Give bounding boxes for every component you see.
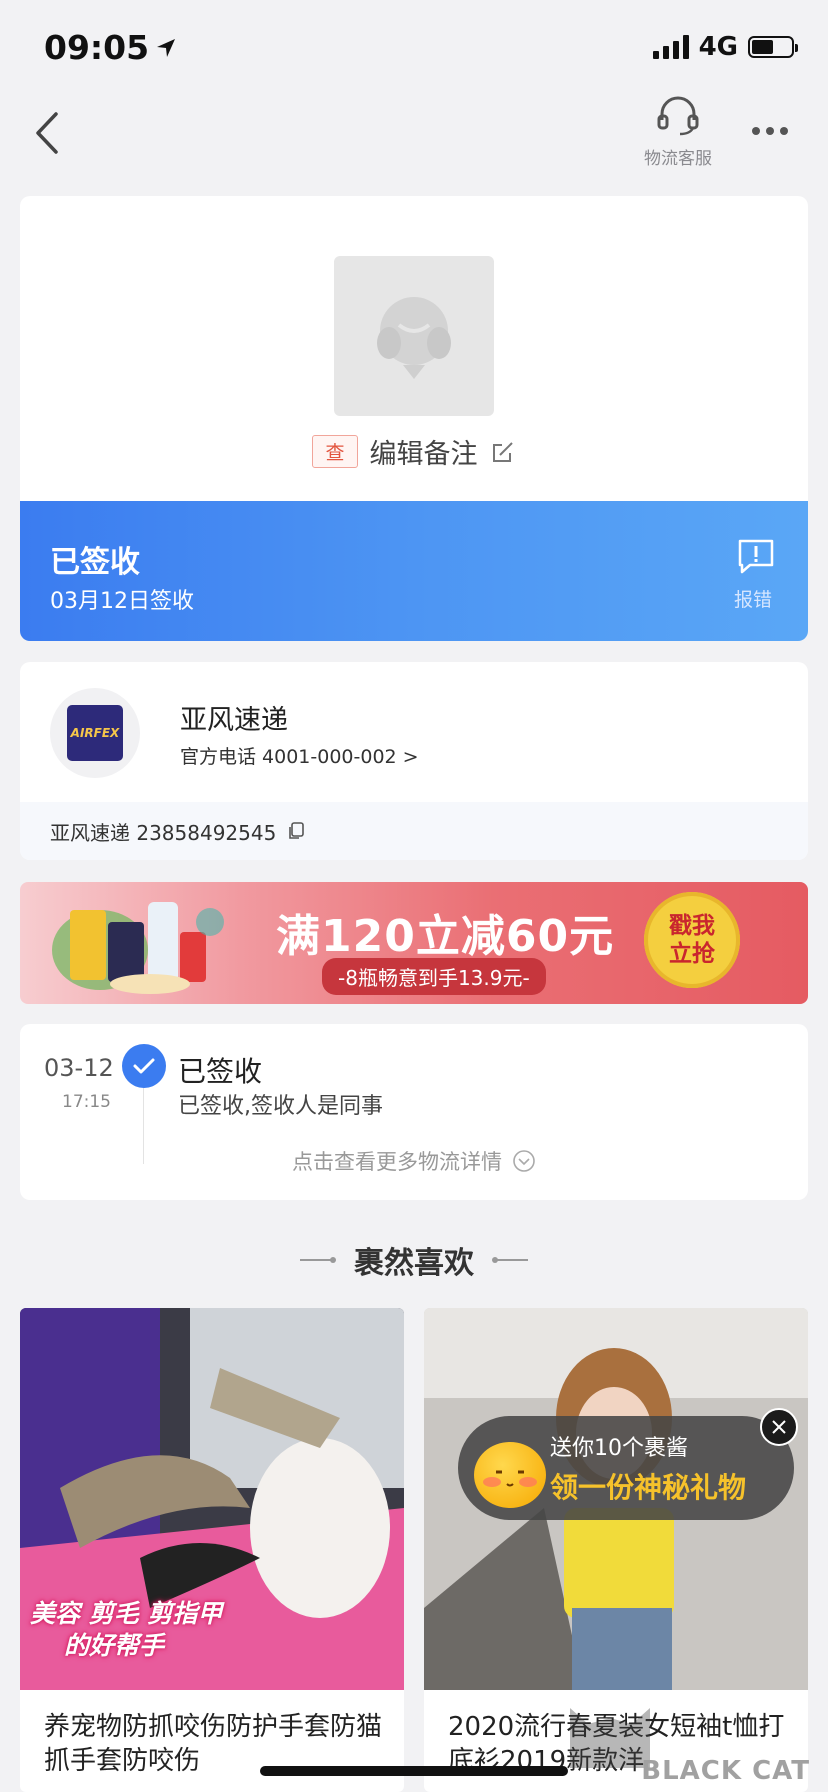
tracking-number: 亚风速递 23858492545 — [50, 820, 277, 845]
mascot-face-icon — [474, 1442, 546, 1508]
home-indicator[interactable] — [260, 1766, 568, 1776]
copy-icon[interactable] — [286, 821, 306, 841]
promo-headline: 满120立减60元 — [276, 911, 615, 962]
more-logistics-label: 点击查看更多物流详情 — [292, 1150, 502, 1174]
promo-subline: -8瓶畅意到手13.9元- — [322, 958, 546, 995]
headset-icon — [657, 96, 699, 136]
timeline-event-desc: 已签收,签收人是同事 — [178, 1094, 383, 1119]
remark-row[interactable]: 查 编辑备注 — [20, 432, 808, 471]
customer-service-label: 物流客服 — [644, 149, 712, 169]
courier-phone-link[interactable]: 官方电话 4001-000-002 > — [180, 742, 419, 769]
network-type: 4G — [698, 32, 738, 62]
query-tag: 查 — [312, 435, 358, 468]
location-arrow-icon — [157, 38, 176, 57]
courier-logo: AIRFEX — [50, 688, 140, 778]
package-card: 查 编辑备注 已签收 03月12日签收 报错 — [20, 196, 808, 641]
title-divider-left — [300, 1257, 336, 1263]
edit-remark-label[interactable]: 编辑备注 — [370, 432, 478, 471]
tracking-number-row: 亚风速递 23858492545 — [20, 802, 808, 860]
overlay-line-1: 美容 剪毛 剪指甲 — [30, 1599, 223, 1628]
more-logistics-link[interactable]: 点击查看更多物流详情 — [20, 1146, 808, 1176]
report-error-label: 报错 — [733, 589, 772, 611]
gift-big-text: 领一份神秘礼物 — [550, 1471, 747, 1504]
timeline-date: 03-12 — [44, 1054, 114, 1082]
chevron-left-icon — [36, 112, 58, 154]
battery-icon — [748, 36, 798, 58]
recommend-section-title: 裹然喜欢 — [0, 1238, 828, 1282]
checkmark-icon — [122, 1044, 166, 1088]
back-button[interactable] — [30, 108, 70, 158]
product-card[interactable]: 美容 剪毛 剪指甲 的好帮手 养宠物防抓咬伤防护手套防猫抓手套防咬伤 — [20, 1308, 404, 1792]
status-indicators: 4G — [652, 32, 798, 62]
status-time: 09:05 — [44, 28, 177, 67]
title-divider-right — [492, 1257, 528, 1263]
edit-icon[interactable] — [490, 439, 516, 465]
delivery-status-title: 已签收 — [50, 545, 140, 580]
report-error-button[interactable]: 报错 — [734, 537, 778, 612]
report-icon — [738, 539, 774, 574]
overlay-line-2: 的好帮手 — [64, 1631, 165, 1660]
watermark-text: BLACK CAT — [641, 1756, 810, 1786]
gift-popup[interactable]: 送你10个裹酱 领一份神秘礼物 — [458, 1416, 794, 1520]
gift-small-text: 送你10个裹酱 — [550, 1436, 688, 1461]
signal-icon — [652, 35, 689, 59]
recommend-title: 裹然喜欢 — [354, 1246, 474, 1281]
courier-card: AIRFEX 亚风速递 官方电话 4001-000-002 > 亚风速递 238… — [20, 662, 808, 860]
delivery-status-banner: 已签收 03月12日签收 报错 — [20, 501, 808, 641]
nav-bar: 物流客服 — [0, 92, 828, 176]
promo-cta-button[interactable]: 戳我立抢 — [644, 892, 740, 988]
package-image-placeholder — [334, 256, 494, 416]
customer-service-button[interactable]: 物流客服 — [636, 96, 720, 169]
more-options-button[interactable] — [746, 116, 794, 146]
delivery-status-date: 03月12日签收 — [50, 589, 194, 614]
courier-name: 亚风速递 — [180, 705, 288, 736]
promo-cta-label: 戳我立抢 — [669, 913, 715, 967]
mascot-placeholder-icon — [377, 297, 451, 379]
product-overlay-text: 美容 剪毛 剪指甲 的好帮手 — [30, 1598, 222, 1662]
close-icon — [772, 1420, 786, 1434]
courier-logo-mark: AIRFEX — [67, 705, 123, 761]
promo-banner[interactable]: 满120立减60元 -8瓶畅意到手13.9元- 戳我立抢 — [20, 882, 808, 1004]
chevron-down-circle-icon — [513, 1150, 535, 1172]
logistics-timeline-card: 03-12 17:15 已签收 已签收,签收人是同事 点击查看更多物流详情 — [20, 1024, 808, 1200]
watermark-logo: BLACK CAT — [560, 1688, 828, 1792]
time-text: 09:05 — [44, 28, 150, 67]
snack-products-illustration — [52, 902, 224, 994]
close-gift-button[interactable] — [760, 1408, 798, 1446]
timeline-event-title: 已签收 — [178, 1055, 263, 1088]
timeline-time: 17:15 — [62, 1092, 111, 1112]
status-bar: 09:05 4G — [0, 0, 828, 100]
